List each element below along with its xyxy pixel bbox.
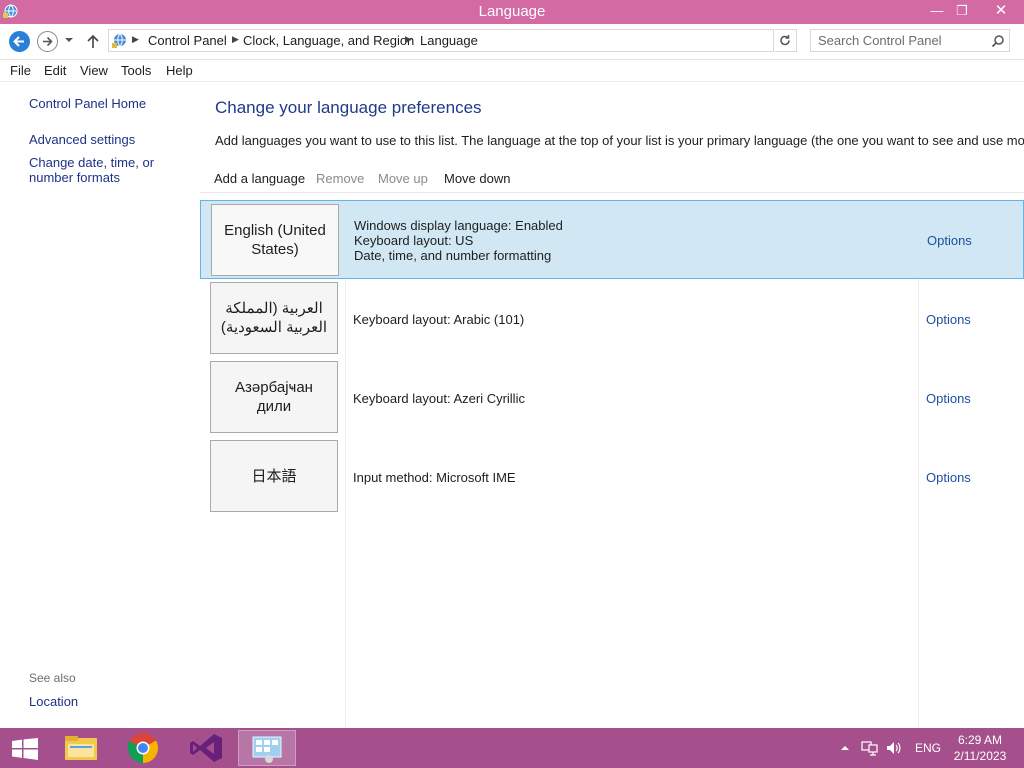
search-icon[interactable] bbox=[991, 34, 1005, 48]
sidebar-link-change-date-time-formats[interactable]: Change date, time, or number formats bbox=[29, 155, 199, 185]
chrome-icon bbox=[127, 733, 159, 763]
back-button[interactable] bbox=[9, 31, 30, 52]
language-row-english[interactable]: English (United States) Windows display … bbox=[200, 200, 1024, 279]
breadcrumb-control-panel[interactable]: Control Panel bbox=[148, 33, 227, 48]
taskbar-clock[interactable]: 6:29 AM 2/11/2023 bbox=[944, 732, 1016, 764]
options-link[interactable]: Options bbox=[926, 470, 971, 485]
sidebar-link-advanced-settings[interactable]: Advanced settings bbox=[29, 132, 135, 147]
close-button[interactable]: ✕ bbox=[981, 0, 1021, 22]
taskbar-app-file-explorer[interactable] bbox=[52, 730, 110, 766]
show-hidden-icons-icon[interactable] bbox=[840, 743, 850, 753]
language-detail: Windows display language: Enabled bbox=[354, 218, 563, 233]
options-link[interactable]: Options bbox=[926, 391, 971, 406]
language-detail: Keyboard layout: Arabic (101) bbox=[353, 312, 525, 327]
taskbar: ENG 6:29 AM 2/11/2023 bbox=[0, 728, 1024, 768]
language-detail: Input method: Microsoft IME bbox=[353, 470, 516, 485]
control-panel-icon bbox=[252, 736, 282, 763]
options-link[interactable]: Options bbox=[927, 233, 972, 248]
input-language-indicator[interactable]: ENG bbox=[915, 741, 941, 755]
refresh-icon bbox=[780, 35, 790, 46]
windows-start-icon[interactable] bbox=[11, 738, 39, 760]
language-row-azerbaijani[interactable]: Азәрбајҹан дили Keyboard layout: Azeri C… bbox=[200, 358, 1024, 437]
control-panel-icon bbox=[112, 33, 126, 48]
search-input[interactable] bbox=[811, 30, 987, 51]
menu-file[interactable]: File bbox=[10, 63, 31, 78]
language-toolbar: Add a language Remove Move up Move down bbox=[200, 163, 1024, 193]
language-row-arabic[interactable]: العربية (المملكة العربية السعودية) Keybo… bbox=[200, 279, 1024, 358]
forward-button[interactable] bbox=[37, 31, 58, 52]
sidebar-link-location[interactable]: Location bbox=[29, 694, 78, 709]
back-arrow-icon bbox=[13, 36, 24, 47]
language-detail: Keyboard layout: US bbox=[354, 233, 474, 248]
remove-button[interactable]: Remove bbox=[316, 171, 364, 186]
taskbar-app-control-panel[interactable] bbox=[238, 730, 296, 766]
breadcrumb-separator[interactable]: ▶ bbox=[232, 34, 239, 45]
move-up-button[interactable]: Move up bbox=[378, 171, 428, 186]
menu-bar: File Edit View Tools Help bbox=[0, 60, 1024, 82]
search-box[interactable] bbox=[810, 29, 1010, 52]
breadcrumb-separator[interactable]: ▶ bbox=[132, 34, 139, 45]
menu-help[interactable]: Help bbox=[166, 63, 193, 78]
breadcrumb-language[interactable]: Language bbox=[420, 33, 478, 48]
volume-icon[interactable] bbox=[886, 740, 902, 756]
menu-edit[interactable]: Edit bbox=[44, 63, 66, 78]
language-detail: Keyboard layout: Azeri Cyrillic bbox=[353, 391, 525, 406]
see-also-label: See also bbox=[29, 671, 76, 685]
language-tile[interactable]: Азәрбајҹан дили bbox=[210, 361, 338, 433]
move-down-button[interactable]: Move down bbox=[444, 171, 510, 186]
clock-date: 2/11/2023 bbox=[953, 749, 1007, 763]
address-field[interactable]: ▶ Control Panel ▶ Clock, Language, and R… bbox=[108, 29, 872, 52]
up-arrow-icon[interactable] bbox=[86, 33, 100, 49]
language-detail: Date, time, and number formatting bbox=[354, 248, 552, 263]
refresh-button[interactable] bbox=[775, 29, 797, 52]
language-tile[interactable]: 日本語 bbox=[210, 440, 338, 512]
options-link[interactable]: Options bbox=[926, 312, 971, 327]
breadcrumb-clock-language-region[interactable]: Clock, Language, and Region bbox=[243, 33, 414, 48]
language-tile[interactable]: العربية (المملكة العربية السعودية) bbox=[210, 282, 338, 354]
sidebar-link-control-panel-home[interactable]: Control Panel Home bbox=[29, 96, 146, 111]
recent-locations-icon[interactable] bbox=[64, 35, 74, 45]
language-tile[interactable]: English (United States) bbox=[211, 204, 339, 276]
taskbar-app-chrome[interactable] bbox=[114, 730, 172, 766]
add-language-button[interactable]: Add a language bbox=[214, 171, 305, 186]
page-description: Add languages you want to use to this li… bbox=[215, 133, 1024, 148]
taskbar-app-visual-studio[interactable] bbox=[176, 730, 234, 766]
language-row-japanese[interactable]: 日本語 Input method: Microsoft IME Options bbox=[200, 437, 1024, 516]
breadcrumb-separator[interactable]: ▶ bbox=[405, 34, 412, 45]
page-title: Change your language preferences bbox=[215, 98, 482, 117]
title-bar: Language — ❐ ✕ bbox=[0, 0, 1024, 24]
address-bar-row: ▶ Control Panel ▶ Clock, Language, and R… bbox=[0, 24, 1024, 60]
visual-studio-icon bbox=[190, 734, 222, 762]
restore-button[interactable]: ❐ bbox=[947, 0, 977, 22]
file-explorer-icon bbox=[65, 736, 97, 760]
forward-arrow-icon bbox=[43, 36, 53, 47]
menu-tools[interactable]: Tools bbox=[121, 63, 151, 78]
window-title: Language bbox=[478, 3, 546, 20]
menu-view[interactable]: View bbox=[80, 63, 108, 78]
clock-time: 6:29 AM bbox=[957, 733, 1003, 747]
network-icon[interactable] bbox=[861, 740, 879, 756]
